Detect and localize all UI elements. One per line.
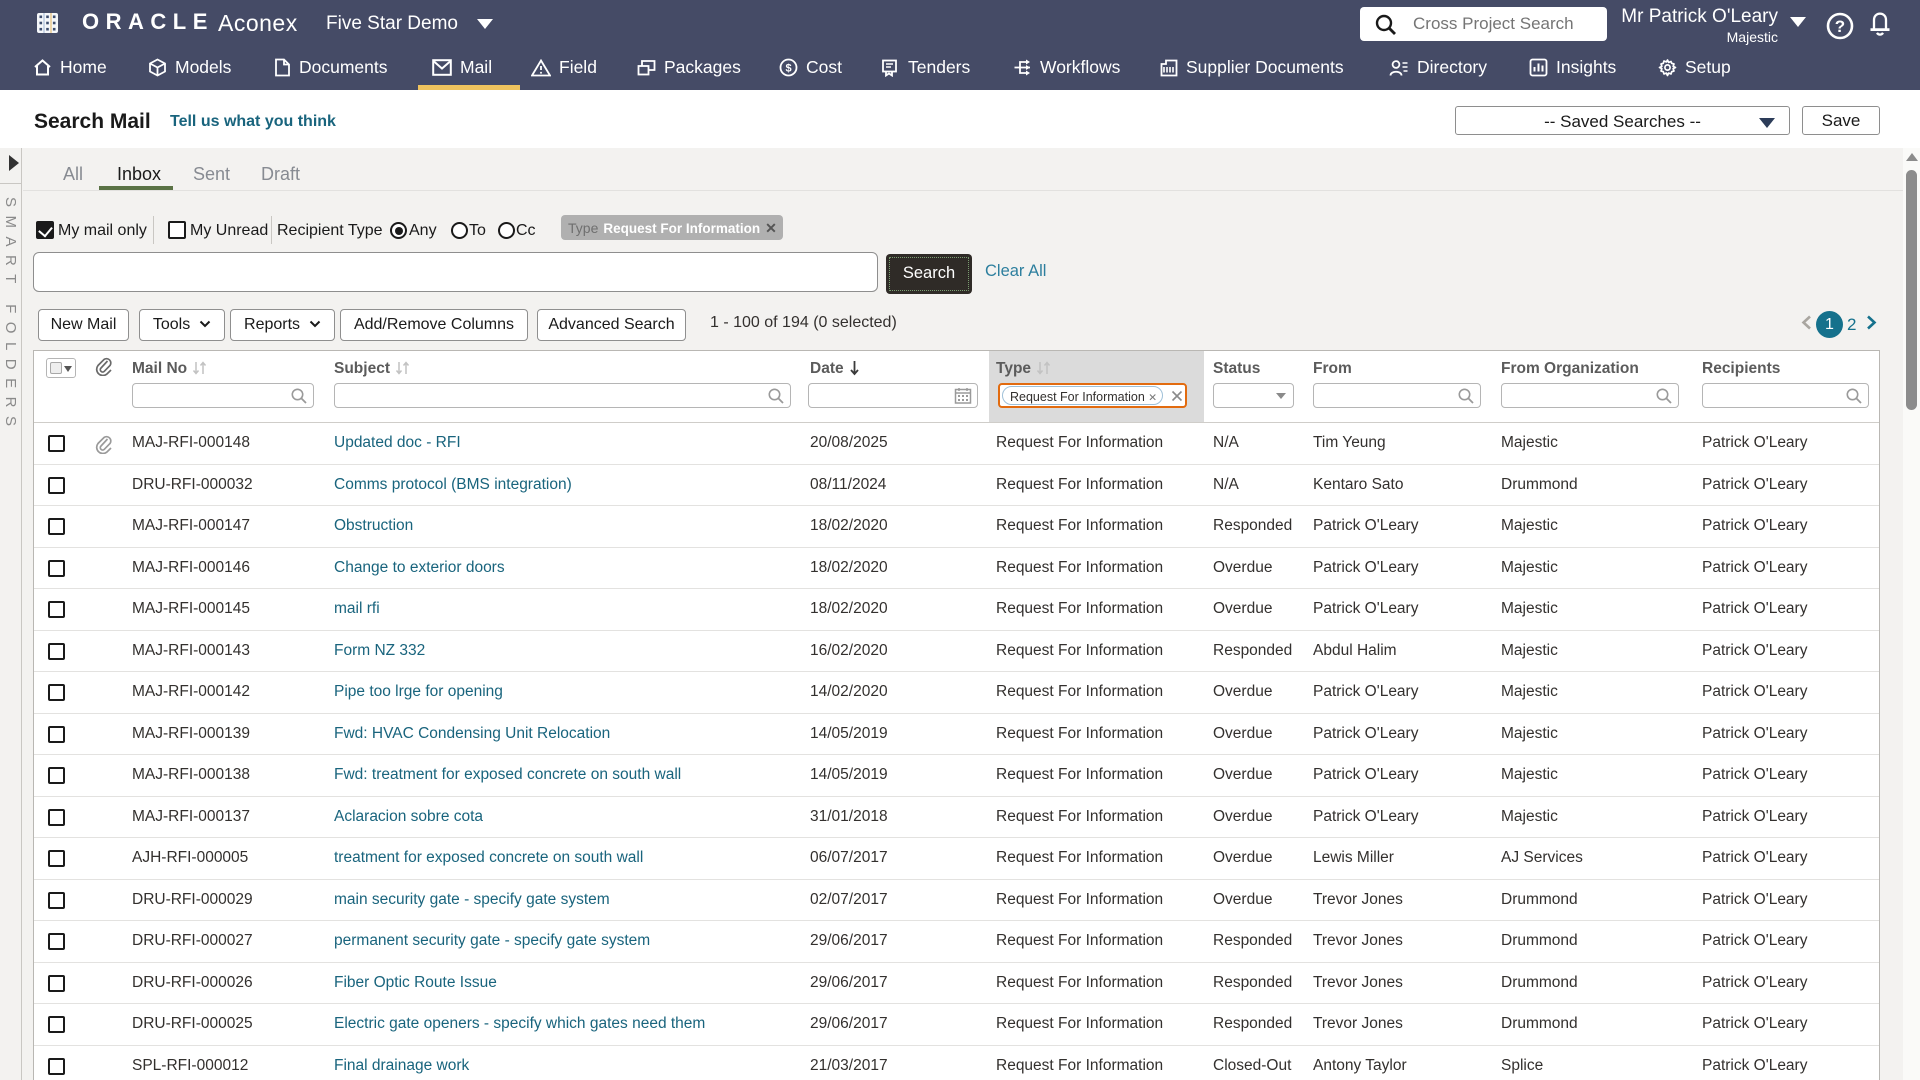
svg-text:$: $ — [785, 63, 791, 75]
svg-text:?: ? — [1835, 17, 1845, 36]
